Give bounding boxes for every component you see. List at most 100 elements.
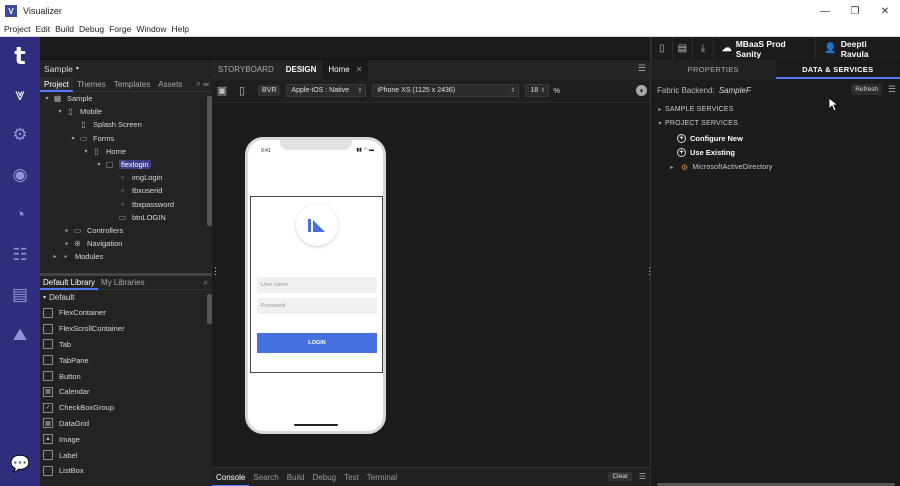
close-icon[interactable]: ✕ xyxy=(356,65,363,74)
visualizer-icon[interactable]: ⩔ xyxy=(0,75,40,115)
cloud-environment-button[interactable]: ☁ MBaaS Prod Sanity xyxy=(712,37,816,60)
tab-templates[interactable]: Templates xyxy=(110,77,154,92)
chevron-down-icon[interactable]: ▾ xyxy=(636,85,647,96)
settings-icon[interactable]: ⚙ xyxy=(0,115,40,155)
menu-build[interactable]: Build xyxy=(55,24,74,34)
tab-build[interactable]: Build xyxy=(283,468,309,486)
library-item[interactable]: Tab xyxy=(40,337,212,353)
caret-down-icon[interactable]: ▾ xyxy=(42,95,52,102)
tree-item[interactable]: ▸ ⊕ Navigation xyxy=(40,237,212,250)
library-item[interactable]: ▦ Calendar xyxy=(40,384,212,400)
library-item[interactable]: ✓ CheckBoxGroup xyxy=(40,400,212,416)
dashboard-icon[interactable]: ◔ xyxy=(0,195,40,235)
tab-terminal[interactable]: Terminal xyxy=(363,468,401,486)
tab-debug[interactable]: Debug xyxy=(309,468,341,486)
close-button[interactable]: ✕ xyxy=(870,0,900,22)
tree-item[interactable]: ▯ Splash Screen xyxy=(40,118,212,131)
tree-item[interactable]: ▾ ▢ flexlogin xyxy=(40,158,212,171)
device-icon[interactable]: ▯ xyxy=(232,84,252,97)
caret-right-icon[interactable]: ▸ xyxy=(50,253,60,260)
service-item[interactable]: ▸ ⚙ MicrosoftActiveDirectory xyxy=(651,160,900,175)
flexlogin-container[interactable]: User name Password LOGIN xyxy=(250,196,383,373)
caret-right-icon[interactable]: ▸ xyxy=(62,240,72,247)
tree-item[interactable]: ▫ imgLogin xyxy=(40,171,212,184)
landscape-icon[interactable]: ⛰ xyxy=(0,315,40,355)
device-preview-icon[interactable]: ▯ xyxy=(651,37,672,60)
bvr-button[interactable]: BVR xyxy=(258,85,281,96)
tree-item[interactable]: ▾ ▭ Forms xyxy=(40,132,212,145)
library-item[interactable]: ▲ Image xyxy=(40,431,212,447)
clear-button[interactable]: Clear xyxy=(608,472,632,481)
tab-project[interactable]: Project xyxy=(40,76,73,92)
tree-item[interactable]: ▾ ▯ Home xyxy=(40,145,212,158)
menu-icon[interactable]: ☰ xyxy=(888,84,896,95)
caret-right-icon[interactable]: ▸ xyxy=(62,227,72,234)
search-icon[interactable]: ⌕ xyxy=(196,79,200,88)
user-account-button[interactable]: 👤 Deepti Ravula xyxy=(815,37,900,60)
password-field[interactable]: Password xyxy=(257,298,377,314)
caret-down-icon[interactable]: ▾ xyxy=(55,108,65,115)
tab-properties[interactable]: PROPERTIES xyxy=(651,60,776,79)
use-existing-button[interactable]: + Use Existing xyxy=(651,146,900,161)
tree-item[interactable]: ▭ btnLOGIN xyxy=(40,211,212,224)
tab-assets[interactable]: Assets xyxy=(154,77,186,92)
tree-item[interactable]: ▸ ▪ Modules xyxy=(40,250,212,263)
caret-down-icon[interactable]: ▾ xyxy=(68,135,78,142)
library-item[interactable]: Label xyxy=(40,447,212,463)
tab-my-libraries[interactable]: My Libraries xyxy=(98,276,148,290)
tab-test[interactable]: Test xyxy=(340,468,363,486)
library-item[interactable]: FlexContainer xyxy=(40,305,212,321)
library-item[interactable]: FlexScrollContainer xyxy=(40,321,212,337)
menu-debug[interactable]: Debug xyxy=(79,24,104,34)
menu-window[interactable]: Window xyxy=(136,24,166,34)
layout-icon[interactable]: ▣ xyxy=(212,84,232,97)
tab-design[interactable]: DESIGN xyxy=(280,60,323,79)
panel-resize-handle[interactable]: ⋮ xyxy=(211,266,220,277)
tree-item[interactable]: ▾ ▦ Sample xyxy=(40,92,212,105)
download-icon[interactable]: ⤓ xyxy=(692,37,713,60)
tab-data-services[interactable]: DATA & SERVICES xyxy=(775,60,900,79)
menu-icon[interactable]: ☰ xyxy=(639,472,646,481)
library-item[interactable]: ▦ DataGrid xyxy=(40,416,212,432)
project-selector[interactable]: Sample ▾ xyxy=(40,60,212,77)
tree-item[interactable]: ▸ ▭ Controllers xyxy=(40,224,212,237)
menu-icon[interactable]: ☰ xyxy=(638,63,646,74)
menu-forge[interactable]: Forge xyxy=(109,24,131,34)
username-field[interactable]: User name xyxy=(257,277,377,293)
menu-icon[interactable]: ☰ xyxy=(203,79,209,88)
tab-storyboard[interactable]: STORYBOARD xyxy=(212,60,280,79)
device-select[interactable]: iPhone XS (1125 x 2436) ⇕ xyxy=(372,84,520,97)
caret-down-icon[interactable]: ▾ xyxy=(81,148,91,155)
tree-item[interactable]: ▫ tbxpassword xyxy=(40,198,212,211)
document-icon[interactable]: ▤ xyxy=(0,275,40,315)
project-services-section[interactable]: ▾ PROJECT SERVICES xyxy=(651,117,900,132)
library-item[interactable]: TabPane xyxy=(40,352,212,368)
library-item[interactable]: ListBox xyxy=(40,463,212,479)
tab-home[interactable]: Home ✕ xyxy=(322,60,369,79)
chat-icon[interactable]: 💬 xyxy=(0,450,40,478)
library-item[interactable]: Button xyxy=(40,368,212,384)
sample-services-section[interactable]: ▸ SAMPLE SERVICES xyxy=(651,102,900,117)
platform-select[interactable]: Apple-iOS : Native ⇕ xyxy=(286,84,367,97)
library-group[interactable]: ▾ Default xyxy=(40,290,212,305)
tab-themes[interactable]: Themes xyxy=(73,77,110,92)
refresh-button[interactable]: Refresh xyxy=(851,84,882,95)
menu-project[interactable]: Project xyxy=(4,24,30,34)
configure-new-button[interactable]: + Configure New xyxy=(651,131,900,146)
login-logo-image[interactable] xyxy=(296,204,338,246)
menu-help[interactable]: Help xyxy=(172,24,189,34)
login-button[interactable]: LOGIN xyxy=(257,333,377,353)
menu-edit[interactable]: Edit xyxy=(35,24,50,34)
tab-default-library[interactable]: Default Library xyxy=(40,276,99,290)
tab-search[interactable]: Search xyxy=(249,468,282,486)
clipboard-icon[interactable]: ▤ xyxy=(671,37,693,60)
minimize-button[interactable]: — xyxy=(810,0,840,22)
caret-down-icon[interactable]: ▾ xyxy=(94,161,104,168)
tree-item[interactable]: ▾ ▯ Mobile xyxy=(40,105,212,118)
tab-console[interactable]: Console xyxy=(212,468,250,486)
components-icon[interactable]: ☷ xyxy=(0,235,40,275)
zoom-stepper[interactable]: 18 ⇕ xyxy=(525,84,550,97)
search-icon[interactable]: ⌕ xyxy=(204,278,208,288)
preview-eye-icon[interactable]: ◉ xyxy=(0,155,40,195)
maximize-button[interactable]: ❐ xyxy=(840,0,870,22)
